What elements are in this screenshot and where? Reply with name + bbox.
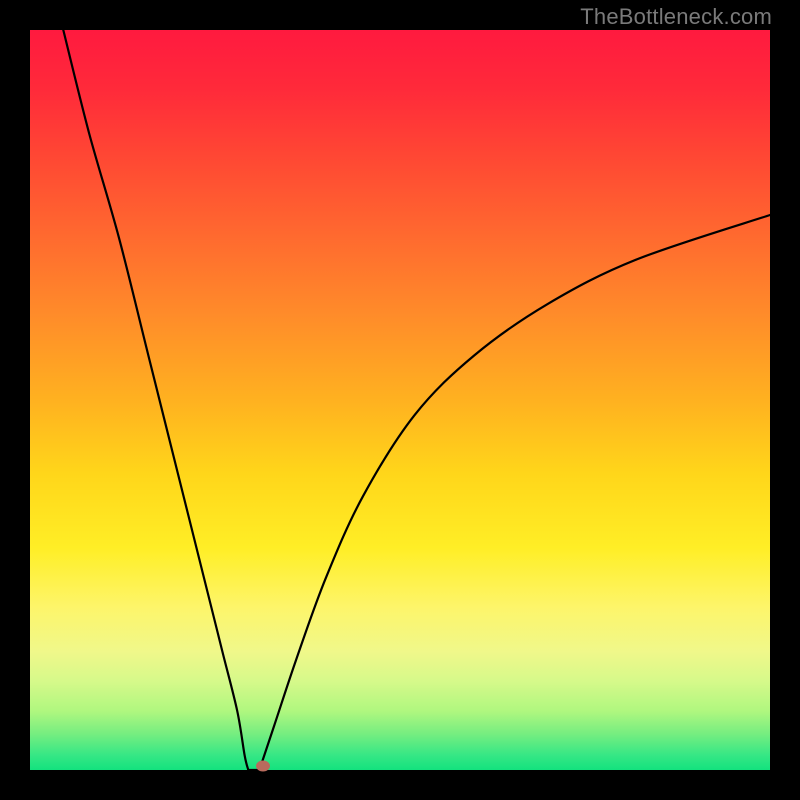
- chart-frame: TheBottleneck.com: [0, 0, 800, 800]
- plot-area: [30, 30, 770, 770]
- curve-svg: [30, 30, 770, 770]
- bottleneck-curve: [63, 30, 770, 770]
- watermark-text: TheBottleneck.com: [580, 4, 772, 30]
- min-marker: [256, 761, 270, 772]
